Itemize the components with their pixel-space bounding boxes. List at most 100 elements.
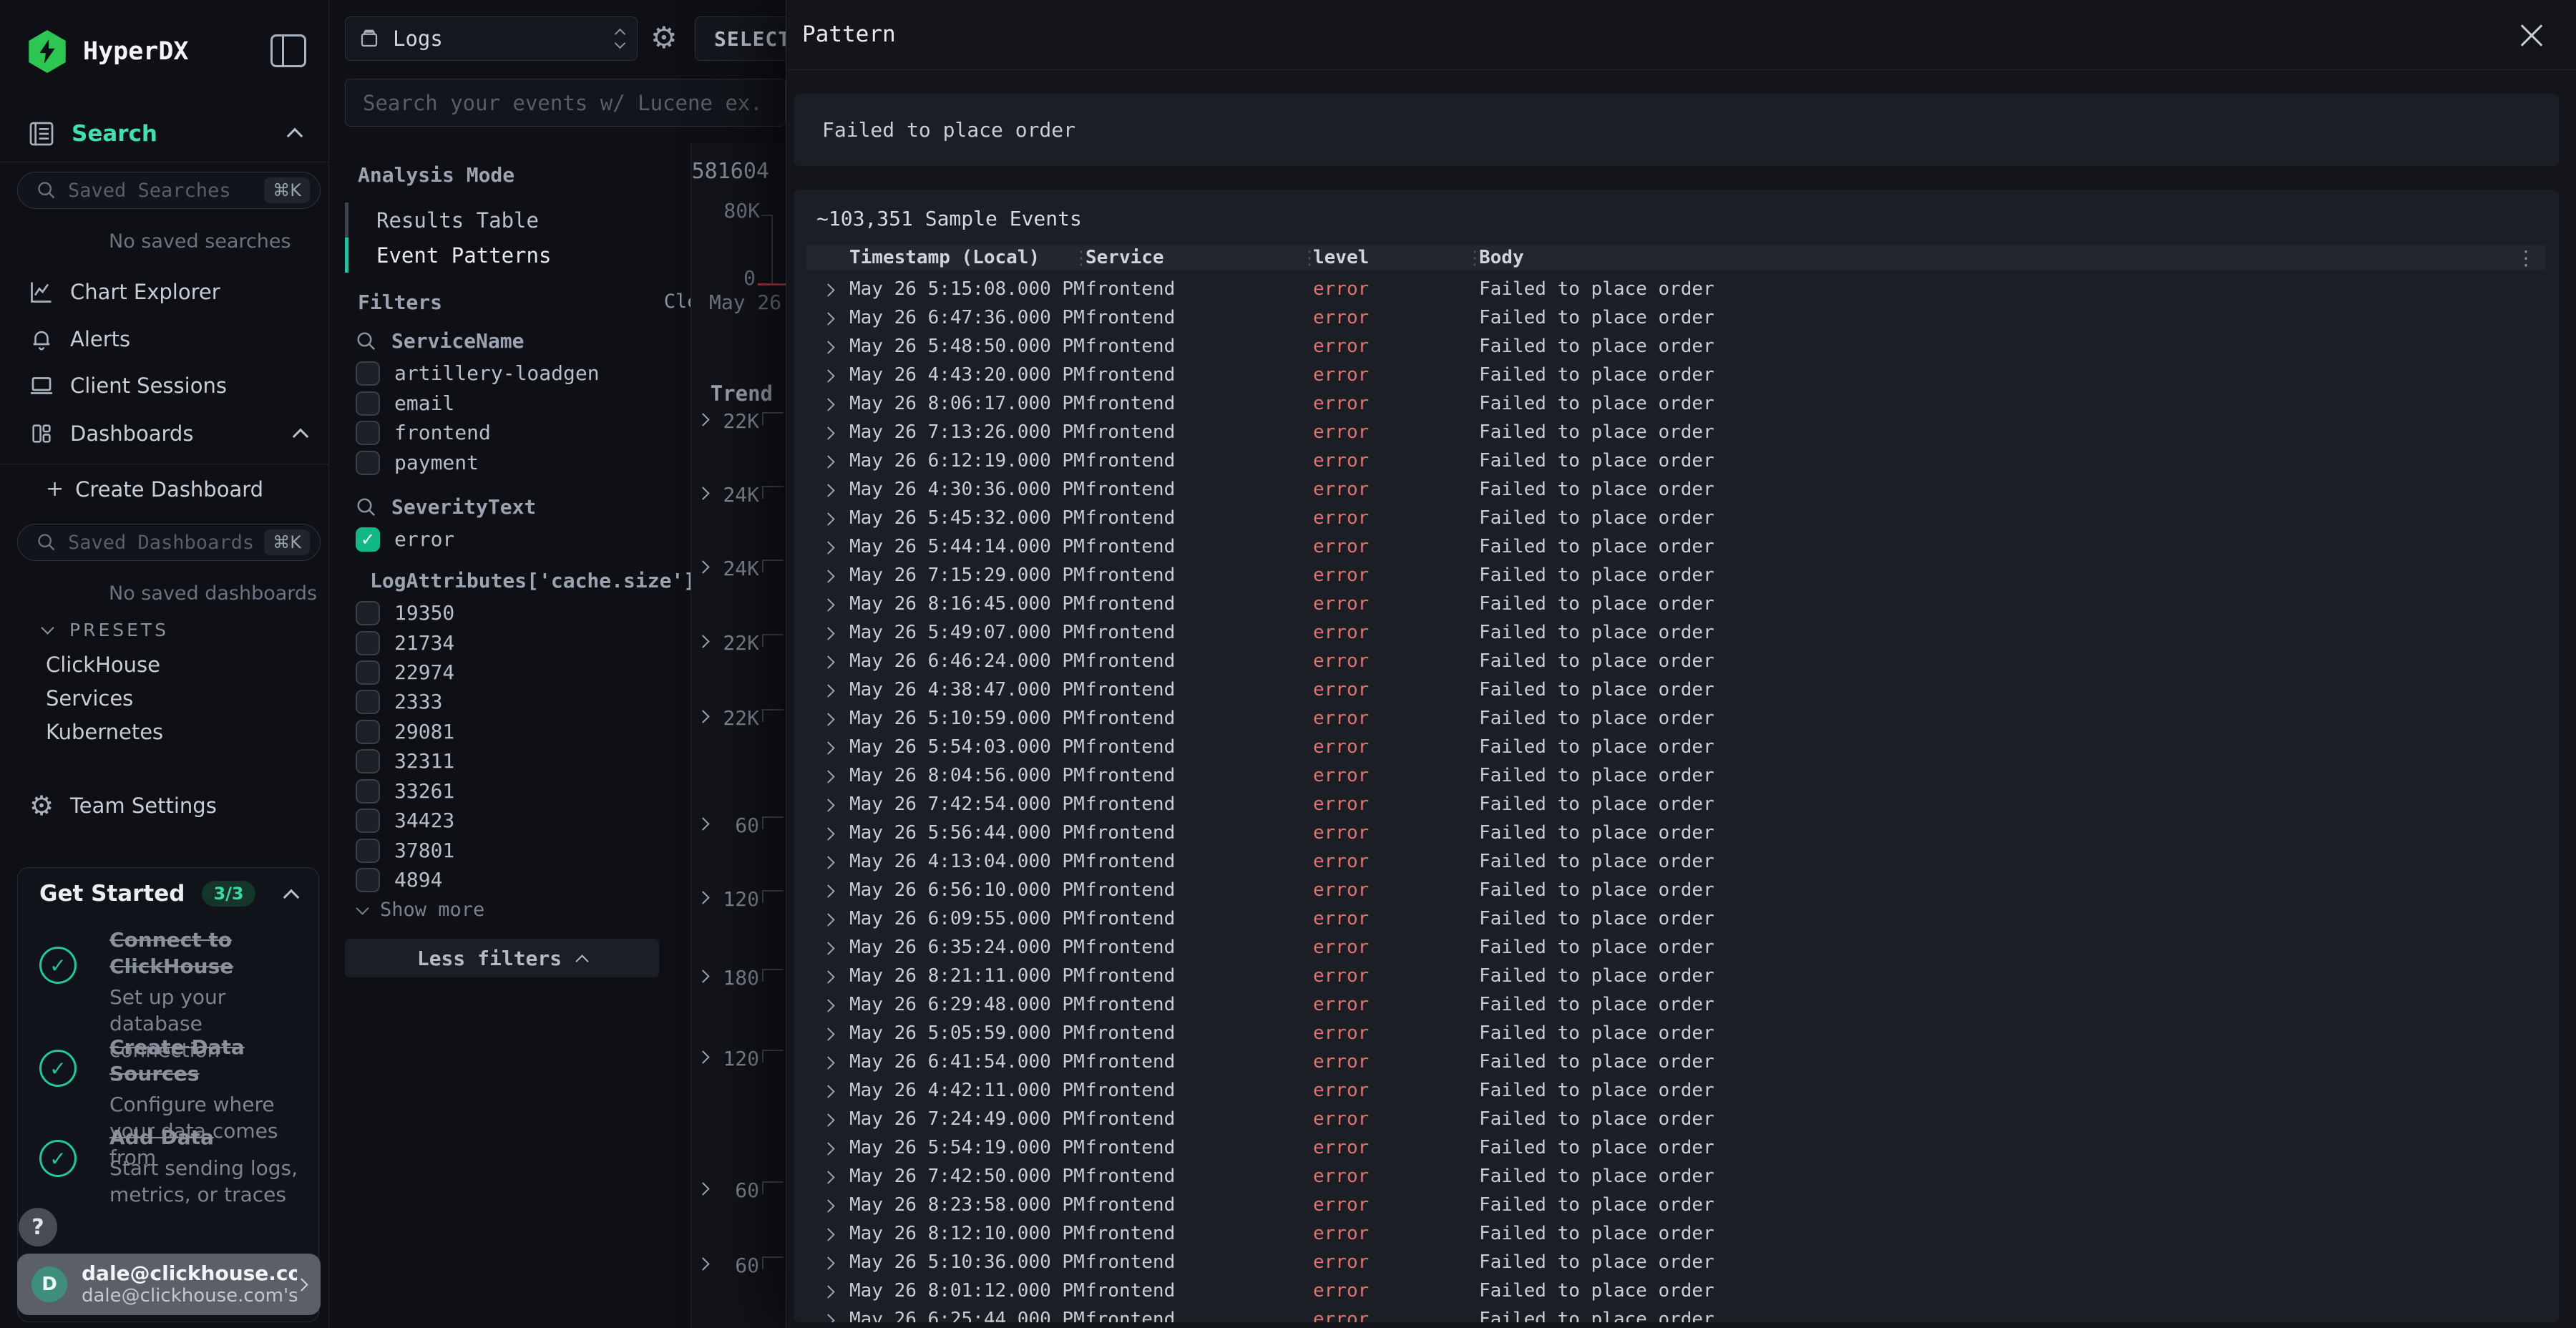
pattern-row-trend[interactable]: 60	[691, 1251, 786, 1279]
checkbox[interactable]	[356, 809, 380, 833]
table-row[interactable]: May 26 5:54:19.000 PM frontend error Fai…	[806, 1133, 2546, 1162]
table-row[interactable]: May 26 8:16:45.000 PM frontend error Fai…	[806, 590, 2546, 618]
table-row[interactable]: May 26 5:44:14.000 PM frontend error Fai…	[806, 532, 2546, 561]
saved-searches-input[interactable]: Saved Searches ⌘K	[17, 172, 321, 209]
table-row[interactable]: May 26 4:42:11.000 PM frontend error Fai…	[806, 1076, 2546, 1105]
table-row[interactable]: May 26 6:29:48.000 PM frontend error Fai…	[806, 990, 2546, 1019]
table-row[interactable]: May 26 5:45:32.000 PM frontend error Fai…	[806, 504, 2546, 532]
chevron-up-icon[interactable]	[287, 128, 303, 145]
table-row[interactable]: May 26 6:41:54.000 PM frontend error Fai…	[806, 1048, 2546, 1076]
preset-clickhouse[interactable]: ClickHouse	[46, 653, 160, 677]
expand-row-chevron-icon[interactable]	[806, 593, 849, 615]
expand-row-chevron-icon[interactable]	[806, 736, 849, 758]
expand-row-chevron-icon[interactable]	[806, 765, 849, 786]
column-timestamp[interactable]: Timestamp (Local)	[849, 247, 1085, 268]
table-row[interactable]: May 26 5:10:36.000 PM frontend error Fai…	[806, 1248, 2546, 1276]
lucene-search-input[interactable]	[345, 79, 786, 127]
preset-services[interactable]: Services	[46, 686, 133, 711]
table-row[interactable]: May 26 7:24:49.000 PM frontend error Fai…	[806, 1105, 2546, 1133]
expand-row-chevron-icon[interactable]	[806, 1022, 849, 1044]
expand-row-chevron-icon[interactable]	[806, 507, 849, 529]
table-row[interactable]: May 26 8:04:56.000 PM frontend error Fai…	[806, 761, 2546, 790]
source-settings-gear-icon[interactable]: ⚙	[650, 23, 678, 53]
expand-row-chevron-icon[interactable]	[806, 565, 849, 586]
table-row[interactable]: May 26 6:46:24.000 PM frontend error Fai…	[806, 647, 2546, 675]
table-row[interactable]: May 26 5:10:59.000 PM frontend error Fai…	[806, 704, 2546, 733]
table-row[interactable]: May 26 6:09:55.000 PM frontend error Fai…	[806, 904, 2546, 933]
checkbox[interactable]	[356, 868, 380, 892]
checkbox[interactable]	[356, 839, 380, 863]
filter-option[interactable]: frontend	[356, 418, 656, 447]
checkbox[interactable]	[356, 720, 380, 744]
table-row[interactable]: May 26 4:30:36.000 PM frontend error Fai…	[806, 475, 2546, 504]
pattern-row-trend[interactable]: 22K	[691, 628, 786, 657]
table-options-kebab-icon[interactable]: ⋮	[2516, 246, 2546, 270]
column-level[interactable]: level	[1313, 247, 1479, 268]
column-resize-handle[interactable]: ⋮	[1300, 248, 1319, 269]
presets-toggle[interactable]: PRESETS	[43, 620, 169, 640]
pattern-row-trend[interactable]: 24K	[691, 554, 786, 582]
table-row[interactable]: May 26 7:15:29.000 PM frontend error Fai…	[806, 561, 2546, 590]
expand-row-chevron-icon[interactable]	[806, 822, 849, 844]
create-dashboard-button[interactable]: + Create Dashboard	[46, 477, 263, 502]
logo[interactable]: HyperDX	[27, 30, 306, 73]
pattern-row-trend[interactable]: 24K	[691, 480, 786, 509]
expand-row-chevron-icon[interactable]	[806, 479, 849, 500]
expand-row-chevron-icon[interactable]	[806, 1251, 849, 1273]
checkbox[interactable]: ✓	[356, 527, 380, 552]
expand-row-chevron-icon[interactable]	[806, 965, 849, 987]
table-row[interactable]: May 26 8:06:17.000 PM frontend error Fai…	[806, 389, 2546, 418]
expand-row-chevron-icon[interactable]	[806, 1080, 849, 1101]
column-resize-handle[interactable]: ⋮	[1465, 248, 1484, 269]
less-filters-button[interactable]: Less filters	[345, 939, 659, 977]
table-row[interactable]: May 26 4:43:20.000 PM frontend error Fai…	[806, 361, 2546, 389]
user-account-chip[interactable]: D dale@clickhouse.com dale@clickhouse.co…	[17, 1254, 321, 1315]
checkbox[interactable]	[356, 361, 380, 386]
pattern-row-trend[interactable]: 60	[691, 1176, 786, 1204]
table-row[interactable]: May 26 6:25:44.000 PM frontend error Fai…	[806, 1305, 2546, 1322]
show-more-link[interactable]: Show more	[358, 899, 484, 921]
collapse-sidebar-icon[interactable]	[270, 34, 306, 67]
expand-row-chevron-icon[interactable]	[806, 336, 849, 357]
table-row[interactable]: May 26 5:48:50.000 PM frontend error Fai…	[806, 332, 2546, 361]
checkbox[interactable]	[356, 749, 380, 773]
expand-row-chevron-icon[interactable]	[806, 1194, 849, 1216]
filter-option[interactable]: 34423	[356, 806, 656, 835]
pattern-row-trend[interactable]: 120	[691, 884, 786, 913]
table-row[interactable]: May 26 8:12:10.000 PM frontend error Fai…	[806, 1219, 2546, 1248]
table-row[interactable]: May 26 6:47:36.000 PM frontend error Fai…	[806, 303, 2546, 332]
chevron-up-icon[interactable]	[293, 429, 309, 445]
filter-option[interactable]: payment	[356, 448, 656, 477]
preset-kubernetes[interactable]: Kubernetes	[46, 720, 163, 744]
checkbox[interactable]	[356, 451, 380, 475]
table-row[interactable]: May 26 6:56:10.000 PM frontend error Fai…	[806, 876, 2546, 904]
filter-option[interactable]: 22974	[356, 658, 656, 687]
expand-row-chevron-icon[interactable]	[806, 994, 849, 1015]
table-row[interactable]: May 26 8:01:12.000 PM frontend error Fai…	[806, 1276, 2546, 1305]
table-row[interactable]: May 26 4:13:04.000 PM frontend error Fai…	[806, 847, 2546, 876]
expand-row-chevron-icon[interactable]	[806, 622, 849, 643]
pattern-row-trend[interactable]: 60	[691, 811, 786, 839]
sidebar-item-dashboards[interactable]: Dashboards	[27, 418, 313, 449]
search-icon[interactable]	[356, 331, 377, 352]
checkbox[interactable]	[356, 421, 380, 445]
expand-row-chevron-icon[interactable]	[806, 708, 849, 729]
filter-option[interactable]: 21734	[356, 628, 656, 658]
column-resize-handle[interactable]: ⋮	[1072, 248, 1091, 269]
filter-option[interactable]: ✓ error	[356, 524, 656, 554]
filter-option[interactable]: 4894	[356, 865, 656, 894]
expand-row-chevron-icon[interactable]	[806, 650, 849, 672]
expand-row-chevron-icon[interactable]	[806, 364, 849, 386]
expand-row-chevron-icon[interactable]	[806, 1051, 849, 1073]
expand-row-chevron-icon[interactable]	[806, 278, 849, 300]
expand-row-chevron-icon[interactable]	[806, 421, 849, 443]
table-row[interactable]: May 26 4:38:47.000 PM frontend error Fai…	[806, 675, 2546, 704]
source-select[interactable]: Logs	[345, 16, 638, 61]
expand-row-chevron-icon[interactable]	[806, 679, 849, 700]
expand-row-chevron-icon[interactable]	[806, 937, 849, 958]
expand-row-chevron-icon[interactable]	[806, 1137, 849, 1158]
filter-option[interactable]: artillery-loadgen	[356, 358, 656, 388]
expand-row-chevron-icon[interactable]	[806, 1280, 849, 1302]
filter-option[interactable]: 29081	[356, 717, 656, 746]
expand-row-chevron-icon[interactable]	[806, 307, 849, 328]
